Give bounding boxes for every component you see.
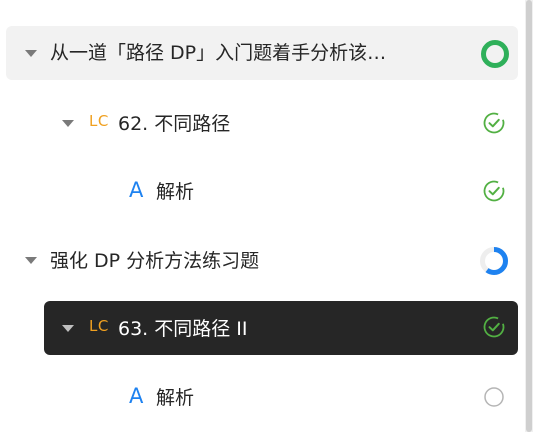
tree-row-chapter-2[interactable]: 强化 DP 分析方法练习题 [6, 233, 518, 287]
scrollbar-thumb[interactable] [526, 0, 532, 432]
chapter-title: 强化 DP 分析方法练习题 [50, 250, 260, 272]
check-circle-icon [482, 179, 506, 203]
tree-row-solution-62[interactable]: A 解析 [6, 164, 518, 218]
check-circle-icon [482, 315, 506, 339]
chevron-down-icon[interactable] [62, 120, 74, 127]
scrollbar[interactable] [525, 0, 533, 432]
tree-row-problem-62[interactable]: LC 62. 不同路径 [6, 96, 518, 150]
article-icon: A [129, 178, 144, 202]
tree-row-problem-63[interactable]: LC 63. 不同路径 II [44, 301, 518, 355]
problem-title: 63. 不同路径 II [118, 318, 248, 340]
chevron-down-icon[interactable] [62, 325, 74, 332]
tree-row-chapter-1[interactable]: 从一道「路径 DP」入门题着手分析该… [6, 26, 518, 80]
tree-row-solution-63[interactable]: A 解析 [6, 370, 518, 424]
empty-circle-icon [482, 385, 506, 409]
solution-title: 解析 [156, 387, 195, 409]
article-icon: A [129, 384, 144, 408]
problem-title: 62. 不同路径 [118, 113, 231, 135]
solution-title: 解析 [156, 181, 195, 203]
study-plan-tree: 从一道「路径 DP」入门题着手分析该… LC 62. 不同路径 A 解析 强化 … [0, 0, 533, 432]
chapter-title: 从一道「路径 DP」入门题着手分析该… [50, 42, 387, 64]
check-circle-icon [482, 111, 506, 135]
leetcode-badge-icon: LC [89, 317, 109, 335]
complete-circle-icon [480, 39, 510, 69]
chevron-down-icon[interactable] [25, 257, 37, 264]
chevron-down-icon[interactable] [25, 50, 37, 57]
leetcode-badge-icon: LC [89, 112, 109, 130]
progress-ring-icon [479, 246, 509, 276]
